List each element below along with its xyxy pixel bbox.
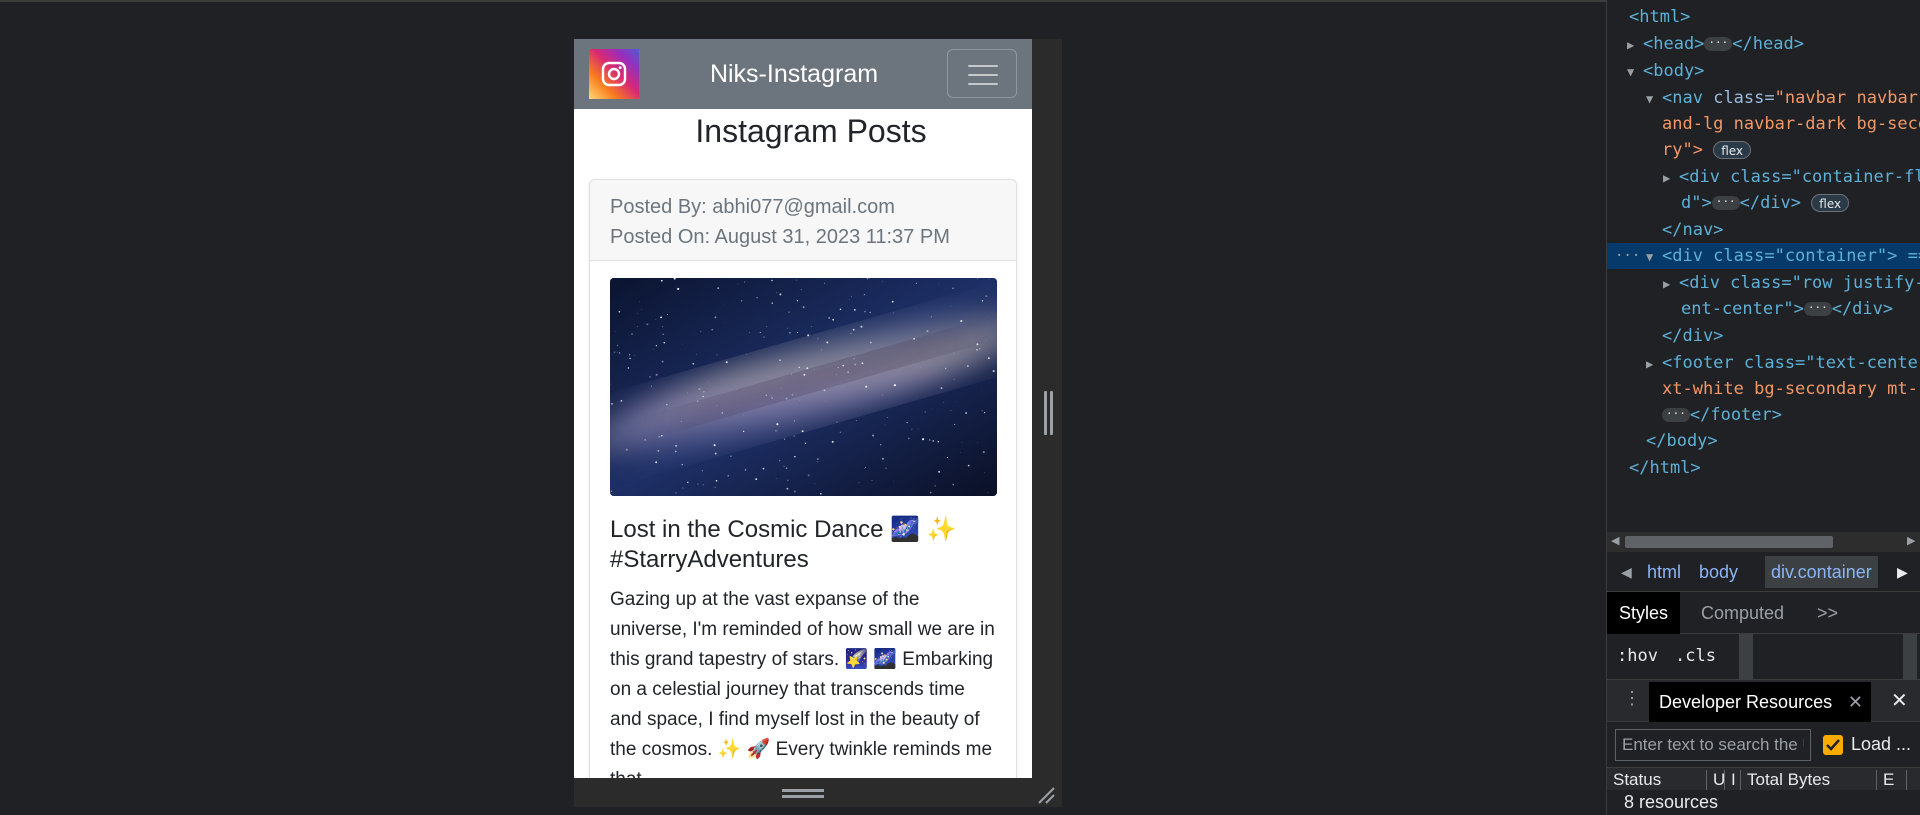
styles-scrollbar[interactable] <box>1903 634 1917 680</box>
resize-corner-icon[interactable] <box>1036 785 1056 805</box>
dom-node-nav[interactable]: ▼<nav class="navbar navbar-expand- <box>1607 85 1920 111</box>
resize-handle-right[interactable] <box>1044 391 1054 435</box>
page-heading: Instagram Posts <box>695 113 927 149</box>
flex-badge[interactable]: flex <box>1713 141 1752 159</box>
expand-triangle-icon[interactable]: ▶ <box>1663 165 1679 192</box>
col-status[interactable]: Status <box>1607 770 1707 790</box>
styles-filter-bar: :hov .cls <box>1607 634 1920 680</box>
dom-node-container-selected[interactable]: ··· ▼ <div class="container"> == <box>1607 243 1920 269</box>
hamburger-icon <box>968 65 998 67</box>
resources-search-row: Load ... <box>1607 722 1920 768</box>
dom-node-row[interactable]: ▶ <div class="row justify-c <box>1607 270 1920 296</box>
post-image <box>610 278 997 496</box>
col-error[interactable]: E <box>1877 770 1907 790</box>
cls-toggle[interactable]: .cls <box>1675 646 1716 666</box>
collapsed-ellipsis[interactable]: ··· <box>1803 302 1832 316</box>
flex-badge[interactable]: flex <box>1811 194 1850 212</box>
navbar: Niks-Instagram <box>574 39 1032 109</box>
resources-table-header: Status U I Total Bytes E <box>1607 768 1920 790</box>
instagram-logo-icon[interactable] <box>589 49 639 99</box>
tab-computed[interactable]: Computed <box>1689 592 1796 634</box>
resources-search-input[interactable] <box>1615 729 1811 761</box>
close-tab-icon[interactable]: ✕ <box>1848 682 1863 722</box>
device-frame: Niks-Instagram Instagram Posts Posted By… <box>574 39 1062 807</box>
load-checkbox[interactable] <box>1823 735 1843 755</box>
hov-toggle[interactable]: :hov <box>1617 646 1658 666</box>
elements-dom-tree: <html> ▶ <head> ··· </head> ▼ <body> ▼ <nav c… <box>1607 0 1920 532</box>
tab-styles[interactable]: Styles <box>1607 592 1681 634</box>
scroll-left-icon[interactable]: ◀ <box>1611 534 1619 547</box>
col-initiator[interactable]: I <box>1725 770 1741 790</box>
collapsed-ellipsis[interactable]: ··· <box>1711 196 1740 210</box>
posted-by: Posted By: abhi077@gmail.com <box>610 196 895 218</box>
expand-triangle-icon[interactable]: ▶ <box>1646 351 1662 378</box>
post-card-header: Posted By: abhi077@gmail.com Posted On: … <box>590 180 1016 261</box>
expand-triangle-icon[interactable]: ▶ <box>1627 32 1643 59</box>
breadcrumb-right-icon[interactable]: ▶ <box>1897 564 1908 581</box>
post-body: Gazing up at the vast expanse of the uni… <box>610 589 995 778</box>
collapse-triangle-icon[interactable]: ▼ <box>1627 59 1643 86</box>
breadcrumb-div-container[interactable]: div.container <box>1765 556 1878 588</box>
collapsed-ellipsis[interactable]: ··· <box>1704 37 1733 51</box>
breadcrumb-left-icon[interactable]: ◀ <box>1621 564 1632 581</box>
navbar-toggler-button[interactable] <box>947 49 1017 98</box>
col-total-bytes[interactable]: Total Bytes <box>1741 770 1877 790</box>
dom-node-head[interactable]: ▶ <head> ··· </head> <box>1607 31 1920 57</box>
post-card: Posted By: abhi077@gmail.com Posted On: … <box>589 179 1017 778</box>
breadcrumb-html[interactable]: html <box>1647 562 1681 583</box>
expand-triangle-icon[interactable]: ▶ <box>1663 271 1679 298</box>
drawer-menu-icon[interactable]: ⋮ <box>1623 688 1641 709</box>
resize-handle-bottom[interactable] <box>782 787 824 801</box>
dom-node-body[interactable]: ▼ <body> <box>1607 58 1920 84</box>
close-drawer-icon[interactable]: ✕ <box>1891 688 1908 713</box>
dom-node-footer[interactable]: ▶ <footer class="text-center <box>1607 350 1920 376</box>
collapsed-ellipsis[interactable]: ··· <box>1662 408 1690 422</box>
post-title: Lost in the Cosmic Dance 🌌 ✨ #StarryAdve… <box>610 516 957 573</box>
collapse-triangle-icon[interactable]: ▼ <box>1646 86 1662 113</box>
resource-count: 8 resources <box>1624 792 1719 812</box>
more-tabs-icon[interactable]: >> <box>1805 592 1850 634</box>
device-emulation-area: Niks-Instagram Instagram Posts Posted By… <box>0 0 1606 815</box>
more-dots-icon[interactable]: ··· <box>1615 243 1640 270</box>
styles-tabbar: Styles Computed >> <box>1607 592 1920 634</box>
breadcrumb: ◀ html body div.container ▶ <box>1607 552 1920 592</box>
page-viewport: Niks-Instagram Instagram Posts Posted By… <box>574 39 1032 778</box>
dom-node-html[interactable]: <html> <box>1607 4 1920 30</box>
scroll-right-icon[interactable]: ▶ <box>1907 534 1915 547</box>
tab-developer-resources[interactable]: Developer Resources ✕ <box>1649 682 1871 722</box>
load-label: Load ... <box>1851 734 1912 754</box>
devtools-panel: <html> ▶ <head> ··· </head> ▼ <body> ▼ <nav c… <box>1606 0 1920 815</box>
dom-horizontal-scrollbar[interactable]: ◀ ▶ <box>1607 532 1920 552</box>
col-url[interactable]: U <box>1707 770 1725 790</box>
scrollbar-thumb[interactable] <box>1625 536 1833 548</box>
posted-on: Posted On: August 31, 2023 11:37 PM <box>610 226 950 248</box>
dom-node-container-fluid[interactable]: ▶ <div class="container-fl <box>1607 164 1920 190</box>
collapse-triangle-icon[interactable]: ▼ <box>1646 244 1662 271</box>
breadcrumb-body[interactable]: body <box>1699 562 1738 583</box>
navbar-brand[interactable]: Niks-Instagram <box>694 39 894 109</box>
filter-scrollbar[interactable] <box>1739 634 1753 680</box>
drawer-tabbar: ⋮ Developer Resources ✕ ✕ <box>1607 680 1920 722</box>
